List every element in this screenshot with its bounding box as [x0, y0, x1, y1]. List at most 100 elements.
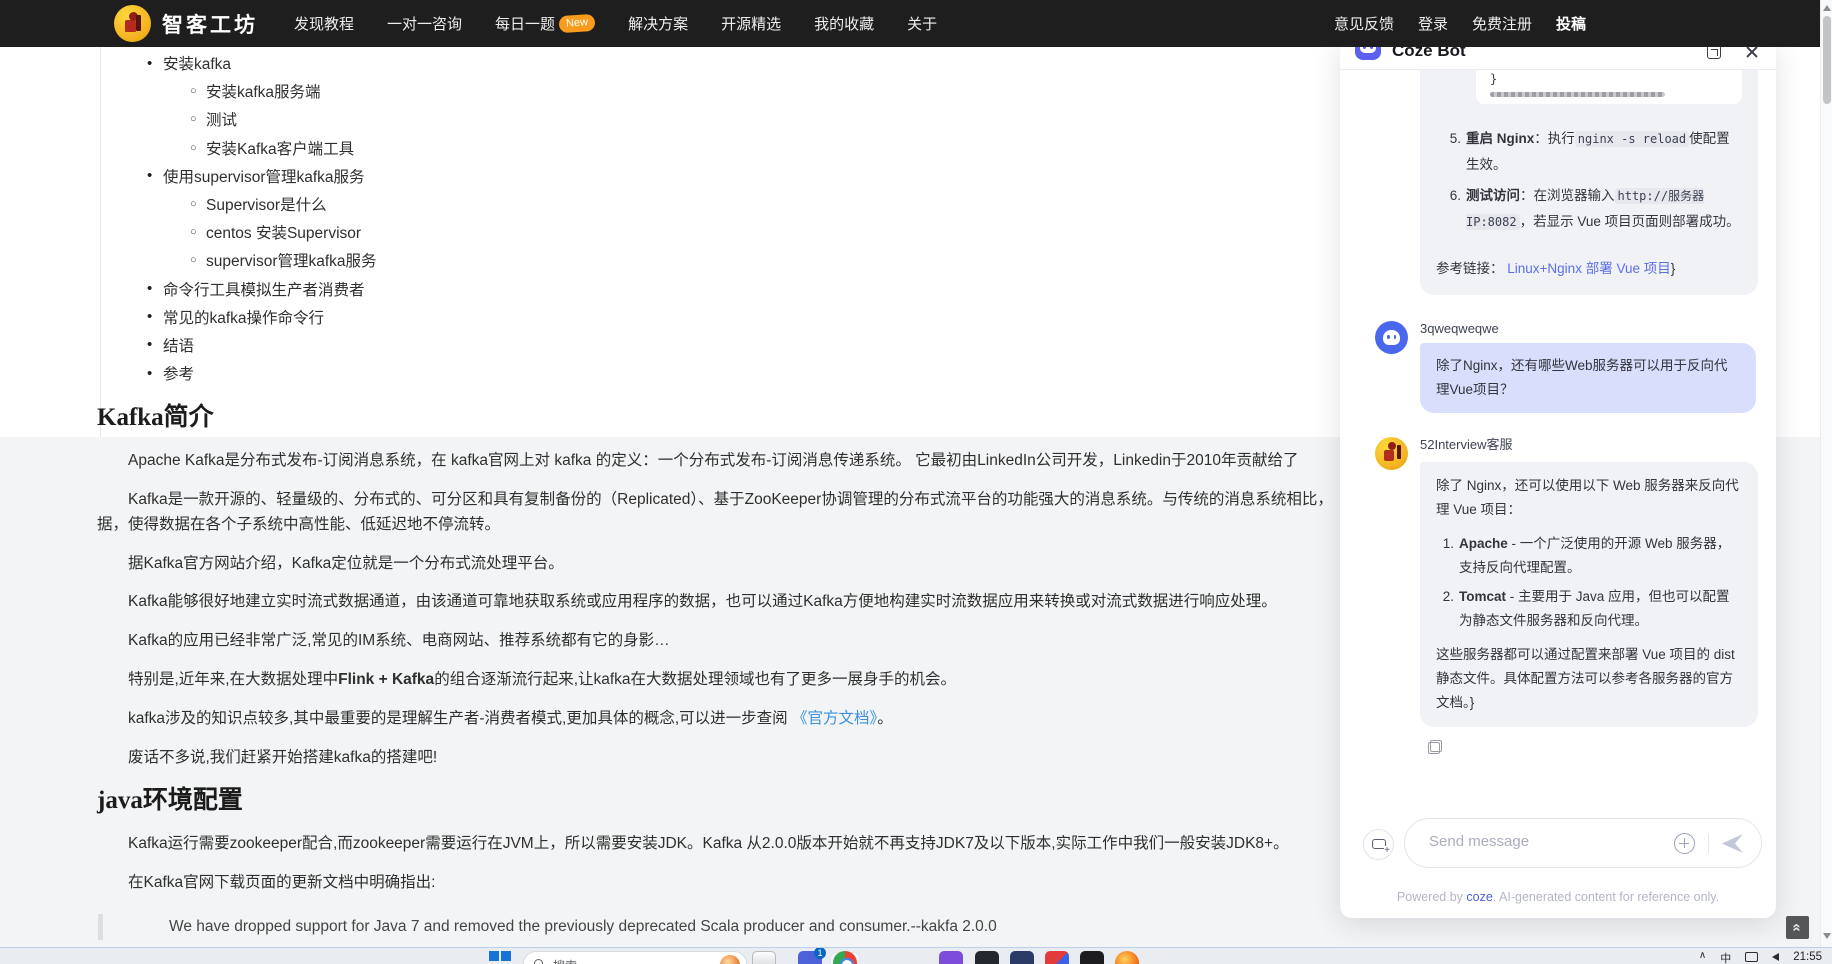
bullet-icon: ○ — [190, 254, 197, 267]
windows-start-button[interactable] — [489, 951, 513, 964]
ime-indicator[interactable]: 中 — [1720, 950, 1731, 964]
top-navbar: 智客工坊 发现教程 一对一咨询 每日一题 New 解决方案 开源精选 我的收藏 关… — [0, 0, 1832, 47]
toc-label: Supervisor是什么 — [206, 197, 327, 215]
toc-label: 安装kafka — [163, 56, 232, 74]
bullet-icon: ○ — [190, 141, 197, 154]
toc-label: 结语 — [163, 337, 195, 355]
toc-label: 常见的kafka操作命令行 — [163, 309, 325, 327]
toc-label: supervisor管理kafka服务 — [206, 253, 377, 271]
bot-message-partial: } 5. 重启 Nginx：执行 nginx -s reload 使配置生效。 6.… — [1420, 70, 1758, 295]
toc-label: 参考 — [163, 366, 195, 384]
bullet-icon: ○ — [190, 113, 197, 126]
bullet-icon: ○ — [190, 226, 197, 239]
page-scrollbar[interactable] — [1820, 0, 1832, 947]
bullet-icon: • — [147, 280, 153, 298]
user-name: 3qweqweqwe — [1420, 321, 1499, 336]
inline-link[interactable]: coze — [1466, 890, 1492, 904]
bullet-icon: • — [147, 364, 153, 382]
speaker-icon[interactable] — [1772, 953, 1780, 961]
nav-item-submit[interactable]: 投稿 — [1556, 13, 1586, 34]
nav-item-opensource[interactable]: 开源精选 — [721, 13, 781, 34]
code-block: } — [1476, 70, 1742, 104]
nav-item-login[interactable]: 登录 — [1418, 13, 1448, 34]
chat-input-bar — [1340, 818, 1776, 870]
divider — [1708, 834, 1709, 853]
inline-link[interactable]: Linux+Nginx 部署 Vue 项目 — [1507, 261, 1670, 276]
taskbar-teams-icon[interactable]: 1 — [798, 948, 826, 964]
taskbar-app-dark2-icon[interactable] — [1080, 951, 1104, 964]
scroll-up-arrow-icon[interactable] — [1823, 5, 1831, 11]
inline-link[interactable]: 《官方文档》 — [792, 710, 877, 727]
bot-bubble: 除了 Nginx，还可以使用以下 Web 服务器来反向代理 Vue 项目： 1.… — [1420, 462, 1758, 727]
chevron-up-icon: « — [1789, 923, 1806, 932]
bullet-icon: • — [147, 336, 153, 354]
bot-message-row: 52Interview客服 除了 Nginx，还可以使用以下 Web 服务器来反… — [1375, 437, 1758, 727]
list-item: 2. Tomcat - 主要用于 Java 应用，但也可以配置为静态文件服务器和… — [1442, 589, 1730, 628]
nav-item-consult[interactable]: 一对一咨询 — [387, 13, 462, 34]
nav-item-favorites[interactable]: 我的收藏 — [814, 13, 874, 34]
nav-item-about[interactable]: 关于 — [907, 13, 937, 34]
message-input[interactable] — [1429, 833, 1679, 850]
toc-label: centos 安装Supervisor — [206, 225, 362, 243]
list-item: 1. Apache - 一个广泛使用的开源 Web 服务器，支持反向代理配置。 — [1442, 536, 1731, 575]
taskbar-devtools-icon[interactable] — [1010, 951, 1034, 964]
copy-message-icon[interactable] — [1428, 740, 1442, 754]
nav-item-solutions[interactable]: 解决方案 — [628, 13, 688, 34]
taskbar-search-box[interactable]: 搜索 — [523, 951, 747, 964]
bot-name: 52Interview客服 — [1420, 437, 1513, 452]
reference-link-line: 参考链接： Linux+Nginx 部署 Vue 项目} — [1436, 261, 1676, 276]
code-horizontal-scrollbar[interactable] — [1490, 92, 1728, 97]
user-message-row: 3qweqweqwe 除了Nginx，还有哪些Web服务器可以用于反向代理Vue… — [1375, 321, 1758, 413]
bot-tail: 这些服务器都可以通过配置来部署 Vue 项目的 dist 静态文件。具体配置方法… — [1436, 647, 1735, 710]
list-item: 5. 重启 Nginx：执行 nginx -s reload 使配置生效。 — [1449, 131, 1730, 172]
site-logo-icon — [114, 5, 151, 42]
user-avatar — [1375, 321, 1408, 354]
nav-menu: 发现教程 一对一咨询 每日一题 New 解决方案 开源精选 我的收藏 关于 — [294, 13, 937, 34]
chat-messages[interactable]: } 5. 重启 Nginx：执行 nginx -s reload 使配置生效。 6.… — [1340, 70, 1776, 828]
message-input-pill — [1404, 818, 1762, 868]
brand[interactable]: 智客工坊 — [114, 5, 258, 42]
system-tray: ∧ 中 21:55 — [1699, 948, 1822, 964]
new-badge: New — [558, 13, 596, 34]
network-icon[interactable] — [1745, 952, 1759, 962]
nav-item-daily-question[interactable]: 每日一题 New — [495, 13, 596, 34]
taskbar-visual-studio-icon[interactable] — [939, 951, 963, 964]
bullet-icon: ○ — [190, 198, 197, 211]
search-daily-image — [720, 955, 740, 964]
toc-label: 安装Kafka客户端工具 — [206, 140, 355, 158]
back-to-top-button[interactable]: « — [1786, 916, 1809, 939]
taskbar-app-icon[interactable] — [752, 951, 776, 964]
brand-title: 智客工坊 — [162, 13, 258, 37]
scroll-down-arrow-icon[interactable] — [1823, 933, 1831, 939]
nav-item-register[interactable]: 免费注册 — [1472, 13, 1532, 34]
nav-right-menu: 意见反馈 登录 免费注册 投稿 — [1334, 0, 1586, 47]
bullet-icon: ○ — [190, 85, 197, 98]
bot-avatar — [1375, 437, 1408, 470]
bullet-icon: • — [147, 54, 153, 72]
toc-label: 使用supervisor管理kafka服务 — [163, 168, 365, 186]
scrollbar-thumb[interactable] — [1823, 16, 1831, 104]
windows-taskbar: 搜索 1 ∧ 中 21:55 — [0, 947, 1832, 964]
tray-expand-icon[interactable]: ∧ — [1699, 950, 1706, 961]
bullet-icon: • — [147, 167, 153, 185]
list-item: 6. 测试访问：在浏览器输入 http://服务器IP:8082 ，若显示 Vue … — [1449, 188, 1740, 230]
search-icon — [534, 959, 543, 964]
coze-chat-panel: Coze Bot } 5. 重启 Nginx：执行 nginx -s reload… — [1340, 34, 1776, 918]
attach-plus-icon[interactable] — [1674, 833, 1695, 854]
new-conversation-button[interactable] — [1363, 829, 1394, 860]
taskbar-clock[interactable]: 21:55 — [1793, 951, 1822, 963]
nav-item-feedback[interactable]: 意见反馈 — [1334, 13, 1394, 34]
nav-item-discover[interactable]: 发现教程 — [294, 13, 354, 34]
search-placeholder: 搜索 — [553, 957, 577, 964]
taskbar-chrome-icon[interactable] — [830, 951, 860, 964]
toc-label: 命令行工具模拟生产者消费者 — [163, 281, 365, 299]
taskbar-app-dark-icon[interactable] — [975, 951, 999, 964]
bot-intro: 除了 Nginx，还可以使用以下 Web 服务器来反向代理 Vue 项目： — [1436, 478, 1739, 517]
toc-label: 安装kafka服务端 — [206, 84, 321, 102]
notification-badge: 1 — [814, 948, 826, 959]
browser-page: • 安装kafka ○ 安装kafka服务端 ○ 测试 ○ 安装Kafka客户端工具 •… — [0, 0, 1832, 964]
taskbar-media-app-icon[interactable] — [1045, 951, 1069, 964]
powered-by-footer: Powered by coze. AI-generated content fo… — [1396, 890, 1720, 904]
send-button[interactable] — [1721, 833, 1745, 854]
taskbar-firefox-icon[interactable] — [1115, 951, 1139, 964]
